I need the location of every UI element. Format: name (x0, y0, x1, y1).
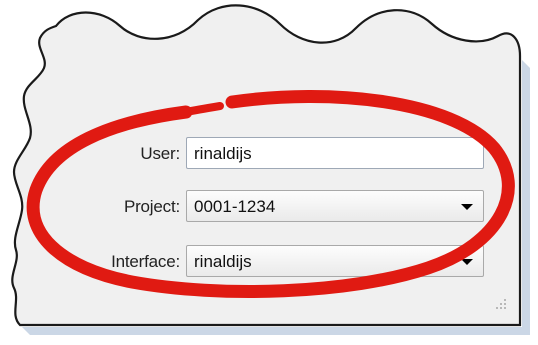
interface-row: Interface: rinaldijs (0, 245, 538, 279)
user-value: rinaldijs (194, 144, 252, 163)
project-label: Project: (123, 197, 180, 216)
user-field[interactable]: rinaldijs (186, 137, 484, 169)
project-value: 0001-1234 (194, 197, 276, 216)
interface-dropdown[interactable]: rinaldijs (186, 245, 484, 277)
user-label: User: (140, 144, 180, 163)
project-row: Project: 0001-1234 (0, 190, 538, 224)
user-row: User: rinaldijs (0, 137, 538, 171)
interface-value: rinaldijs (194, 252, 252, 271)
resize-grip-icon[interactable] (494, 297, 508, 311)
dialog-fragment: User: rinaldijs Project: 0001-1234 Inter… (0, 0, 538, 345)
torn-panel-background (11, 4, 530, 335)
dropdown-arrow-icon[interactable] (461, 259, 473, 265)
dropdown-arrow-icon[interactable] (461, 204, 473, 210)
project-dropdown[interactable]: 0001-1234 (186, 190, 484, 222)
interface-label: Interface: (111, 252, 180, 271)
